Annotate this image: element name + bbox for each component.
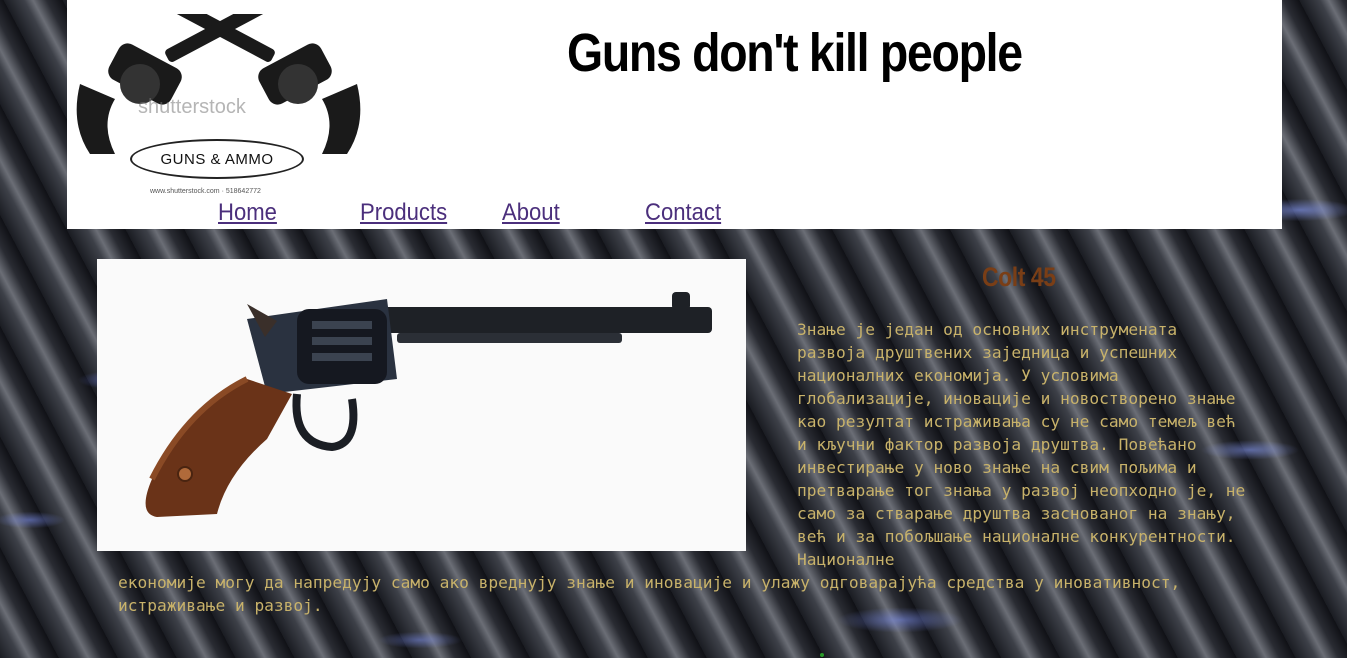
logo-watermark: shutterstock bbox=[138, 96, 246, 118]
logo-badge: GUNS & AMMO bbox=[130, 139, 304, 179]
page-title: Guns don't kill people bbox=[567, 23, 1023, 83]
product-name: Colt 45 bbox=[982, 262, 1056, 292]
revolver-icon bbox=[145, 292, 712, 517]
nav-contact-link[interactable]: Contact bbox=[645, 199, 721, 227]
guns-ammo-logo: shutterstock GUNS & AMMO www.shutterstoc… bbox=[70, 0, 367, 199]
revolver-image bbox=[97, 259, 746, 551]
nav-products-link[interactable]: Products bbox=[360, 199, 447, 227]
nav-home-link[interactable]: Home bbox=[218, 199, 277, 227]
site-header: shutterstock GUNS & AMMO www.shutterstoc… bbox=[67, 0, 1282, 229]
product-description-continued: економије могу да напредују само ако вре… bbox=[118, 573, 1181, 615]
product-description: Знање је један од основних инструмената … bbox=[797, 320, 1246, 569]
logo-footer-text: www.shutterstock.com · 518642772 bbox=[150, 188, 261, 195]
nav-about-link[interactable]: About bbox=[502, 199, 560, 227]
green-dot bbox=[820, 653, 824, 657]
